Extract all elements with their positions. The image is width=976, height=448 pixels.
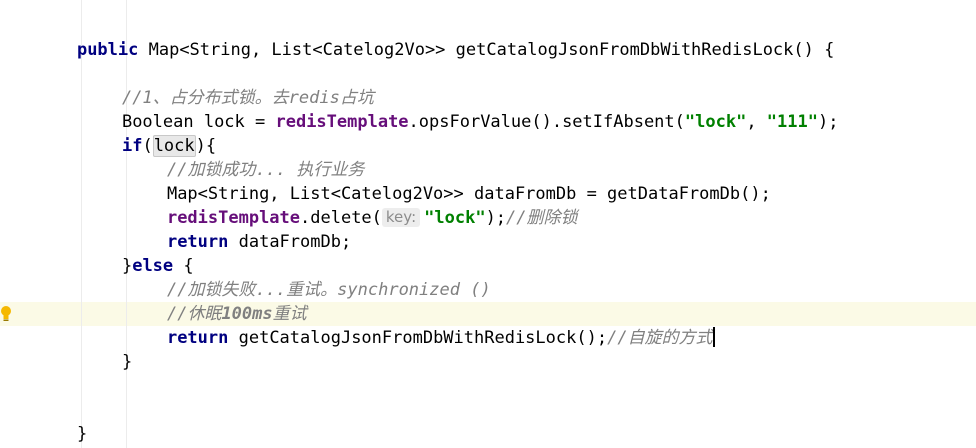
code-line: }else { [81, 230, 194, 276]
code-line: //1、占分布式锁。去redis占坑 [81, 62, 374, 108]
comment: 删除锁 [526, 208, 578, 228]
text-caret [712, 327, 715, 347]
string-literal: "111" [766, 112, 818, 132]
code-text: .opsForValue().setIfAbsent( [408, 112, 685, 132]
keyword-public: public [76, 40, 139, 60]
code-line: public Map<String, List<Catelog2Vo>> get… [36, 14, 834, 60]
code-line: redisTemplate.delete(key: "lock");//删除锁 [126, 182, 578, 228]
closing-brace: } [76, 424, 88, 444]
code-line: } [36, 398, 87, 444]
keyword-return: return [166, 328, 229, 348]
code-line: //加锁失败...重试。synchronized () [126, 254, 491, 300]
code-line: if(lock){ [81, 110, 216, 157]
parameter-hint: key: [381, 208, 421, 227]
code-line: } [81, 326, 132, 372]
code-line: return getCatalogJsonFromDbWithRedisLock… [126, 302, 715, 348]
code-line: //加锁成功... 执行业务 [126, 134, 364, 180]
closing-brace: } [121, 352, 133, 372]
string-literal: "lock" [684, 112, 747, 132]
comment: // [506, 208, 527, 228]
code-line: Map<String, List<Catelog2Vo>> dataFromDb… [126, 158, 771, 204]
field-reference: redisTemplate [275, 112, 409, 132]
code-text: dataFromDb; [228, 232, 352, 252]
string-literal: "lock" [424, 208, 486, 228]
method-signature: Map<String, List<Catelog2Vo>> getCatalog… [138, 40, 835, 60]
code-text: , [746, 112, 767, 132]
lightbulb-icon[interactable] [0, 303, 12, 325]
code-line: Boolean lock = redisTemplate.opsForValue… [81, 86, 839, 132]
code-editor[interactable]: public Map<String, List<Catelog2Vo>> get… [0, 0, 976, 448]
comment: // [607, 328, 628, 348]
comment: synchronized () [337, 280, 491, 300]
code-text: getCatalogJsonFromDbWithRedisLock(); [228, 328, 608, 348]
code-text: ); [817, 112, 839, 132]
comment: 自旋的方式 [627, 328, 713, 348]
code-line: //休眠100ms重试 [126, 278, 307, 324]
code-line: return dataFromDb; [126, 206, 351, 252]
code-text: ); [485, 208, 507, 228]
